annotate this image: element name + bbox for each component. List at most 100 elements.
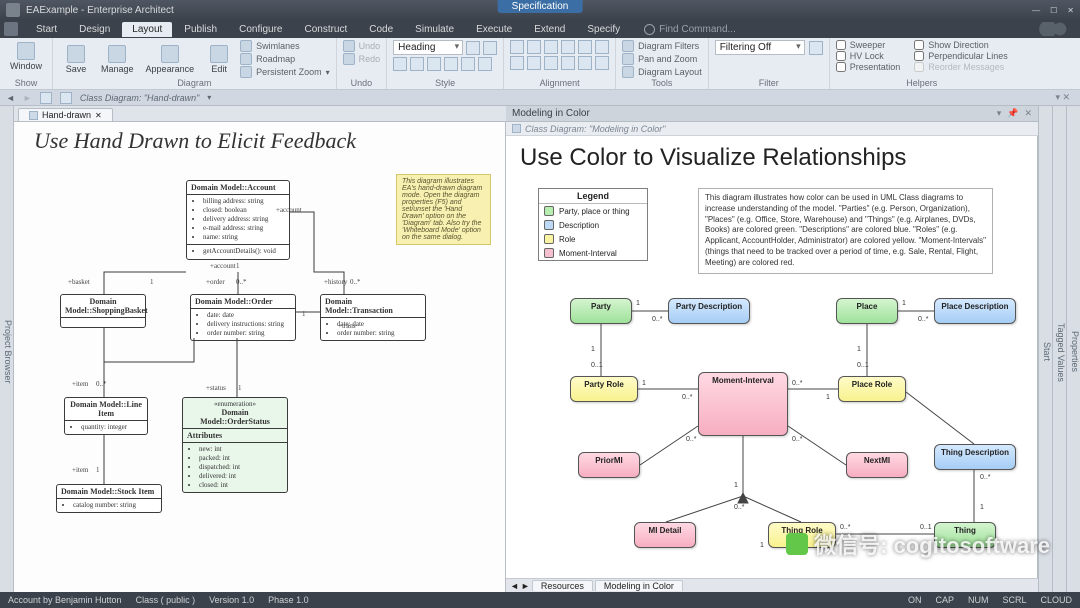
nav-back-icon[interactable]: ◄ (6, 93, 15, 103)
manage-button[interactable]: Manage (97, 43, 138, 76)
pane-close-icon[interactable]: ✕ (1024, 108, 1032, 119)
class-party[interactable]: Party (570, 298, 632, 324)
filter-clear-icon[interactable] (809, 41, 823, 55)
align-bottom-icon[interactable] (595, 40, 609, 54)
right-rail-start[interactable]: Start (1038, 106, 1052, 592)
menu-file-icon[interactable] (4, 22, 18, 36)
edit-button[interactable]: Edit (202, 43, 236, 76)
style-save-icon[interactable] (466, 41, 480, 55)
diagram-filters-option[interactable]: Diagram Filters (622, 40, 702, 52)
class-shopping-basket[interactable]: Domain Model::ShoppingBasket (60, 294, 146, 328)
class-thing[interactable]: Thing (934, 522, 996, 548)
crumb-caret-icon[interactable]: ▾ (207, 93, 211, 102)
class-place[interactable]: Place (836, 298, 898, 324)
class-account[interactable]: Domain Model::Account billing address: s… (186, 180, 290, 260)
class-place-role[interactable]: Place Role (838, 376, 906, 402)
tab-hand-drawn[interactable]: Hand-drawn ✕ (18, 108, 113, 121)
class-order[interactable]: Domain Model::Order date: date delivery … (190, 294, 296, 341)
right-rail-properties[interactable]: Properties (1066, 106, 1080, 592)
menu-execute[interactable]: Execute (466, 22, 522, 37)
style-c-icon[interactable] (427, 57, 441, 71)
style-e-icon[interactable] (461, 57, 475, 71)
class-party-role[interactable]: Party Role (570, 376, 638, 402)
filtering-mode-combo[interactable]: Filtering Off (715, 40, 805, 55)
style-heading-combo[interactable]: Heading (393, 40, 463, 55)
class-transaction[interactable]: Domain Model::Transaction date: date ord… (320, 294, 426, 341)
close-button[interactable]: ✕ (1067, 6, 1074, 15)
menu-publish[interactable]: Publish (174, 22, 227, 37)
menu-configure[interactable]: Configure (229, 22, 292, 37)
find-command[interactable]: Find Command... (644, 24, 736, 35)
left-canvas[interactable]: Use Hand Drawn to Elicit Feedback This d… (14, 122, 506, 592)
pan-zoom-option[interactable]: Pan and Zoom (622, 53, 702, 65)
perpendicular-check[interactable]: Perpendicular Lines (914, 51, 1008, 61)
class-thing-description[interactable]: Thing Description (934, 444, 1016, 470)
class-place-description[interactable]: Place Description (934, 298, 1016, 324)
bottom-tab-resources[interactable]: Resources (532, 580, 593, 591)
maximize-button[interactable]: ☐ (1050, 6, 1057, 15)
nav-fwd-icon[interactable]: ► (23, 93, 32, 103)
class-order-status[interactable]: «enumeration» Domain Model::OrderStatus … (182, 397, 288, 493)
reorder-check[interactable]: Reorder Messages (914, 62, 1008, 72)
roadmap-option[interactable]: Roadmap (240, 53, 330, 65)
tab-close-icon[interactable]: ✕ (95, 111, 102, 120)
class-thing-role[interactable]: Thing Role (768, 522, 836, 548)
window-button[interactable]: Window (6, 40, 46, 73)
menu-specify[interactable]: Specify (577, 22, 630, 37)
dist-v-icon[interactable] (527, 56, 541, 70)
class-party-description[interactable]: Party Description (668, 298, 750, 324)
class-mi-detail[interactable]: MI Detail (634, 522, 696, 548)
style-copy-icon[interactable] (483, 41, 497, 55)
align-left-icon[interactable] (510, 40, 524, 54)
menu-extend[interactable]: Extend (524, 22, 575, 37)
undo-button[interactable]: Undo (343, 40, 381, 52)
pane-dropdown-icon[interactable]: ▾ (997, 108, 1002, 119)
breadcrumb-pin[interactable]: ▾ ✕ (1051, 92, 1074, 103)
menu-code[interactable]: Code (359, 22, 403, 37)
diagram-layout-option[interactable]: Diagram Layout (622, 66, 702, 78)
class-prior-mi[interactable]: PriorMI (578, 452, 640, 478)
bottom-tab-nav-right[interactable]: ► (521, 581, 530, 591)
bottom-tab-modeling-in-color[interactable]: Modeling in Color (595, 580, 683, 591)
pane-pin-icon[interactable]: 📌 (1007, 108, 1018, 119)
left-rail-project-browser[interactable]: Project Browser (0, 106, 14, 592)
align-top-icon[interactable] (561, 40, 575, 54)
bottom-tab-nav-left[interactable]: ◄ (510, 581, 519, 591)
menu-layout[interactable]: Layout (122, 22, 172, 37)
same-w-icon[interactable] (544, 56, 558, 70)
persistent-zoom-option[interactable]: Persistent Zoom ▾ (240, 66, 330, 78)
style-d-icon[interactable] (444, 57, 458, 71)
grid-icon[interactable] (595, 56, 609, 70)
specification-context-tab[interactable]: Specification (498, 0, 583, 13)
same-h-icon[interactable] (561, 56, 575, 70)
class-line-item[interactable]: Domain Model::Line Item quantity: intege… (64, 397, 148, 435)
menu-construct[interactable]: Construct (294, 22, 357, 37)
menu-design[interactable]: Design (69, 22, 120, 37)
save-button[interactable]: Save (59, 43, 93, 76)
style-f-icon[interactable] (478, 57, 492, 71)
dist-h-icon[interactable] (510, 56, 524, 70)
right-rail-tagged-values[interactable]: Tagged Values (1052, 106, 1066, 592)
presentation-check[interactable]: Presentation (836, 62, 901, 72)
nav-home-icon[interactable] (40, 92, 52, 104)
minimize-button[interactable]: — (1032, 6, 1040, 15)
nav-package-icon[interactable] (60, 92, 72, 104)
redo-button[interactable]: Redo (343, 53, 381, 65)
menu-start[interactable]: Start (26, 22, 67, 37)
class-next-mi[interactable]: NextMI (846, 452, 908, 478)
align-right-icon[interactable] (544, 40, 558, 54)
menu-simulate[interactable]: Simulate (405, 22, 464, 37)
same-size-icon[interactable] (578, 56, 592, 70)
right-canvas[interactable]: Use Color to Visualize Relationships Leg… (506, 136, 1038, 578)
swimlanes-option[interactable]: Swimlanes (240, 40, 330, 52)
style-a-icon[interactable] (393, 57, 407, 71)
showdir-check[interactable]: Show Direction (914, 40, 1008, 50)
class-stock-item[interactable]: Domain Model::Stock Item catalog number:… (56, 484, 162, 513)
appearance-button[interactable]: Appearance (142, 43, 199, 76)
sweeper-check[interactable]: Sweeper (836, 40, 901, 50)
style-b-icon[interactable] (410, 57, 424, 71)
align-middle-icon[interactable] (578, 40, 592, 54)
align-center-icon[interactable] (527, 40, 541, 54)
hvlock-check[interactable]: HV Lock (836, 51, 901, 61)
class-moment-interval[interactable]: Moment-Interval (698, 372, 788, 436)
